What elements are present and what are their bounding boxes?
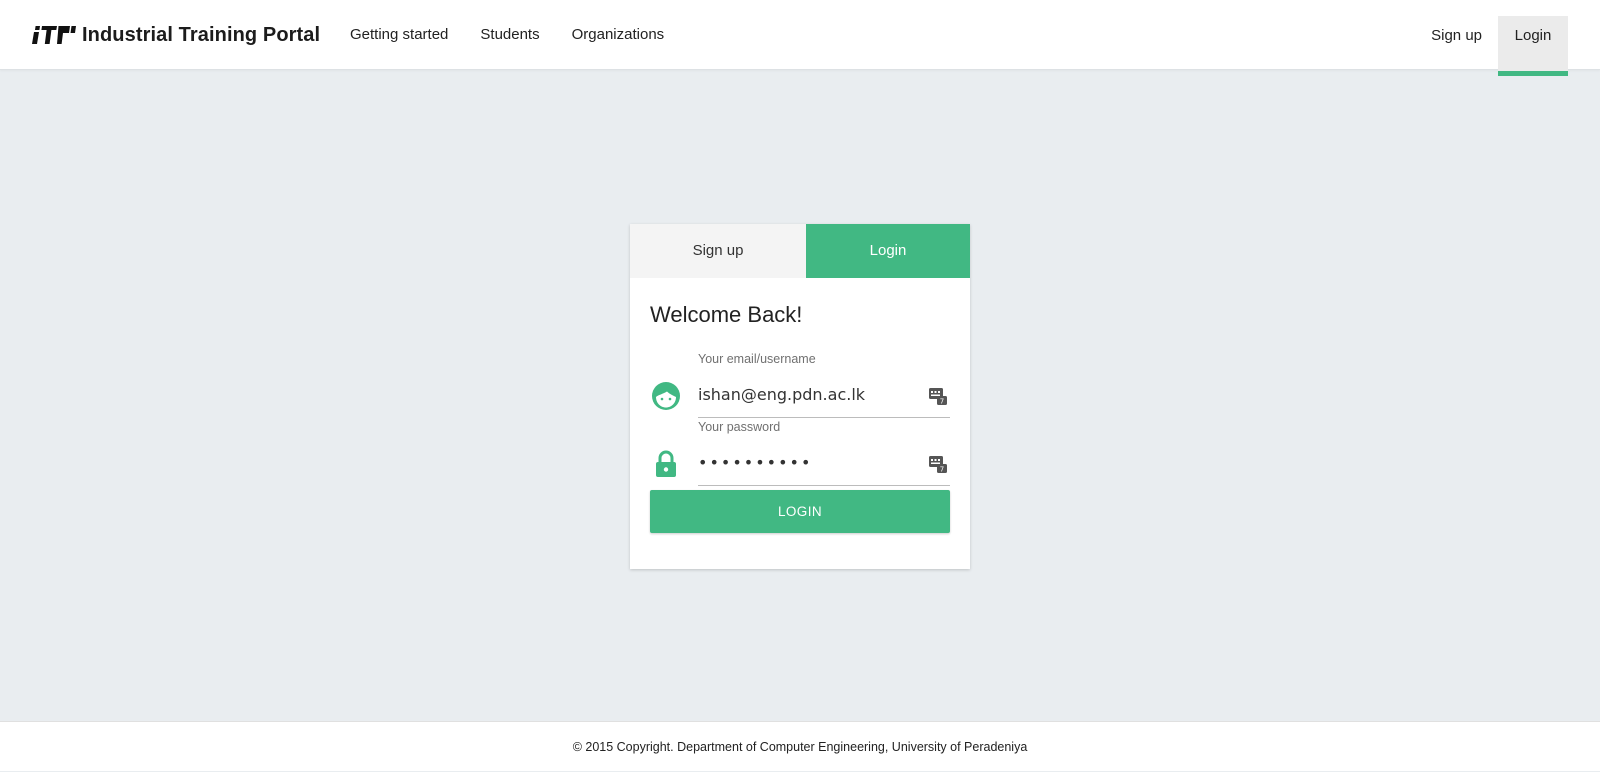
keyboard-assist-icon[interactable]: 7 [928, 454, 948, 474]
tab-signup[interactable]: Sign up [630, 224, 806, 278]
navbar: Industrial Training Portal Getting start… [0, 0, 1600, 76]
footer: © 2015 Copyright. Department of Computer… [0, 721, 1600, 771]
password-field-group: Your password 7 [650, 420, 950, 488]
footer-copyright: © 2015 Copyright. [572, 740, 674, 754]
tab-login[interactable]: Login [806, 224, 970, 278]
welcome-title: Welcome Back! [650, 302, 803, 327]
nav-signup-link[interactable]: Sign up [1415, 16, 1498, 74]
password-label: Your password [698, 420, 781, 434]
lock-icon [656, 450, 676, 477]
nav-students[interactable]: Students [464, 0, 555, 70]
user-face-icon [652, 382, 680, 410]
nav-organizations[interactable]: Organizations [556, 0, 681, 70]
footer-text: Department of Computer Engineering, Univ… [677, 740, 1028, 754]
login-button[interactable]: LOGIN [650, 490, 950, 533]
nav-right: Sign up Login [1415, 16, 1568, 76]
main-nav: Getting started Students Organizations [334, 0, 680, 70]
email-field-group: Your email/username 7 [650, 352, 950, 420]
keyboard-assist-icon[interactable]: 7 [928, 386, 948, 406]
password-input[interactable] [698, 440, 950, 486]
email-input[interactable] [698, 372, 950, 418]
nav-getting-started[interactable]: Getting started [334, 0, 464, 70]
svg-text:7: 7 [940, 398, 944, 406]
svg-text:7: 7 [940, 466, 944, 474]
brand-name: Industrial Training Portal [82, 23, 321, 46]
itp-logo-icon [32, 26, 76, 44]
email-label: Your email/username [698, 352, 816, 366]
login-card: Sign up Login Welcome Back! Your email/u… [630, 224, 970, 569]
login-form: Welcome Back! Your email/username 7 [630, 278, 970, 553]
nav-login-link[interactable]: Login [1498, 16, 1568, 76]
auth-tabs: Sign up Login [630, 224, 970, 278]
brand[interactable]: Industrial Training Portal [32, 0, 320, 70]
